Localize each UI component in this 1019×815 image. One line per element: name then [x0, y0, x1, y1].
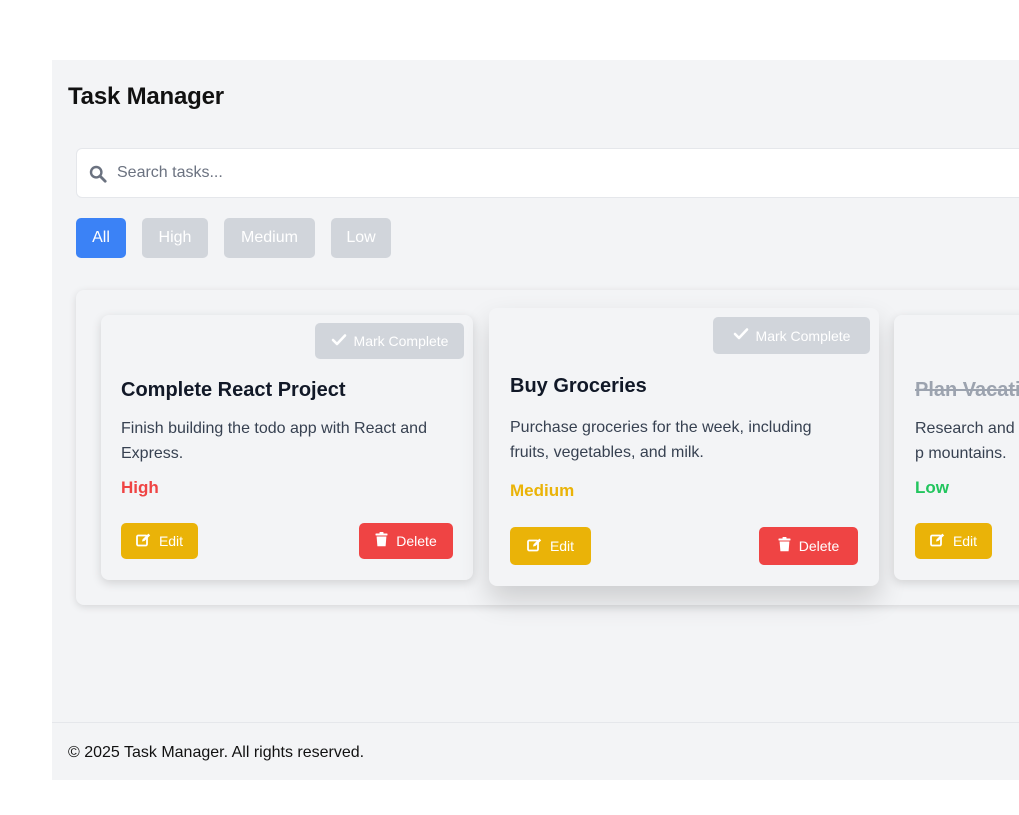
filter-high-button[interactable]: High [142, 218, 208, 258]
mark-complete-label: Mark Complete [353, 333, 449, 349]
trash-icon [375, 532, 388, 550]
filter-medium-label: Medium [241, 229, 298, 246]
search-input[interactable] [117, 149, 1017, 197]
filter-high-label: High [158, 229, 192, 246]
delete-button[interactable]: Delete [759, 527, 858, 565]
task-card[interactable]: Mark Complete Buy Groceries Purchase gro… [489, 308, 879, 586]
trash-icon [778, 537, 791, 555]
filter-low-button[interactable]: Low [331, 218, 391, 258]
edit-icon [930, 533, 945, 550]
task-card: Mark Complete Complete React Project Fin… [101, 315, 473, 580]
check-icon [331, 333, 347, 350]
page-title: Task Manager [68, 83, 224, 110]
edit-label: Edit [952, 533, 978, 549]
footer-copyright: © 2025 Task Manager. All rights reserved… [68, 744, 365, 761]
footer-divider [52, 722, 1019, 723]
priority-label: High [121, 478, 159, 497]
task-title: Buy Groceries [510, 375, 647, 397]
filter-all-label: All [92, 229, 110, 246]
task-title: Complete React Project [121, 379, 346, 401]
task-description: Research and p mountains. [915, 420, 1015, 462]
mark-complete-button[interactable]: Mark Complete [315, 323, 464, 359]
priority-label: Low [915, 478, 949, 497]
mark-complete-label: Mark Complete [755, 327, 851, 344]
edit-label: Edit [549, 538, 575, 554]
delete-label: Delete [396, 533, 437, 549]
task-card: Plan Vacatio Research and p mountains. L… [894, 315, 1019, 580]
edit-icon [527, 538, 542, 555]
edit-button[interactable]: Edit [510, 527, 591, 565]
task-description: Purchase groceries for the week, includi… [510, 419, 812, 461]
filter-all-button[interactable]: All [76, 218, 126, 258]
filter-medium-button[interactable]: Medium [224, 218, 315, 258]
search-box[interactable] [76, 148, 1019, 198]
task-description: Finish building the todo app with React … [121, 420, 427, 462]
edit-label: Edit [158, 533, 184, 549]
delete-button[interactable]: Delete [359, 523, 453, 559]
priority-label: Medium [510, 481, 575, 500]
task-manager-app: Task Manager All High Medium Low [52, 60, 1019, 780]
filter-low-label: Low [346, 229, 376, 246]
task-board: Mark Complete Complete React Project Fin… [76, 290, 1019, 605]
search-icon [89, 165, 107, 183]
edit-icon [136, 533, 151, 550]
check-icon [733, 327, 749, 344]
edit-button[interactable]: Edit [121, 523, 198, 559]
delete-label: Delete [798, 538, 840, 554]
mark-complete-button[interactable]: Mark Complete [713, 317, 870, 354]
task-title: Plan Vacatio [915, 379, 1019, 401]
edit-button[interactable]: Edit [915, 523, 992, 559]
